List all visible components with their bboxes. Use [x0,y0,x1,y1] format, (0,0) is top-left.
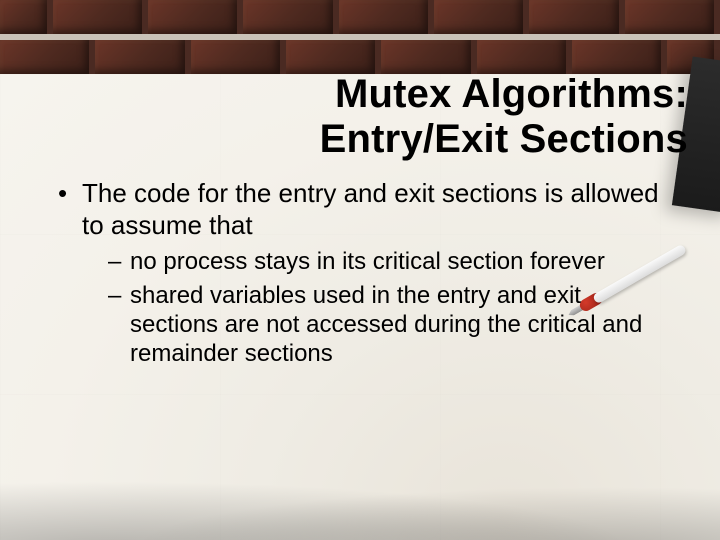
slide-body: The code for the entry and exit sections… [54,178,662,377]
slide: Mutex Algorithms: Entry/Exit Sections Th… [0,0,720,540]
bullet-main: The code for the entry and exit sections… [54,178,662,369]
bullet-sub-2: shared variables used in the entry and e… [108,281,662,369]
brick-header-decoration [0,0,720,74]
slide-title: Mutex Algorithms: Entry/Exit Sections [0,72,688,162]
slide-title-line1: Mutex Algorithms: [0,72,688,117]
bullet-sub-1: no process stays in its critical section… [108,247,662,276]
bullet-main-text: The code for the entry and exit sections… [82,178,659,240]
slide-title-line2: Entry/Exit Sections [0,117,688,162]
